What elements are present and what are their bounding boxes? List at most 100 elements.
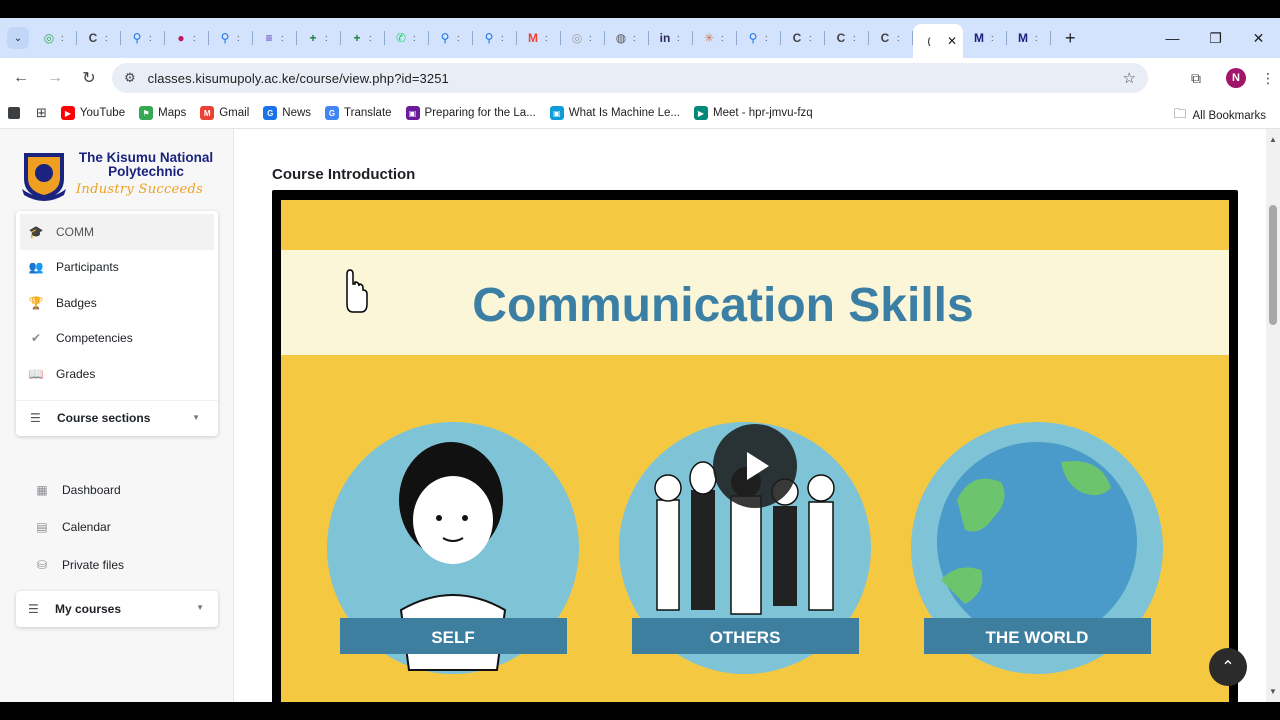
sidebar-item-calendar[interactable]: ▤ Calendar xyxy=(0,509,234,547)
book-icon: 📖 xyxy=(28,366,44,381)
profile-avatar[interactable]: N xyxy=(1226,68,1246,88)
bookmark-0[interactable]: ▶ YouTube xyxy=(60,106,125,120)
sidebar-item-grades[interactable]: 📖 Grades xyxy=(16,356,218,392)
scroll-thumb[interactable] xyxy=(1269,205,1277,325)
video-thumbnail[interactable]: Communication Skills SELF OTHERS THE WOR… xyxy=(281,200,1229,710)
tab-13[interactable]: ◍: xyxy=(605,23,649,53)
play-button[interactable] xyxy=(713,424,797,508)
my-courses-card: ☰ My courses ▼ xyxy=(16,591,218,627)
extensions-icon[interactable]: ⧉ xyxy=(1176,70,1216,87)
panel-world-label: THE WORLD xyxy=(986,628,1089,647)
bookmark-label: Maps xyxy=(158,107,187,119)
bookmark-5[interactable]: ▣ Preparing for the La... xyxy=(405,106,536,120)
all-bookmarks[interactable]: 🗀 All Bookmarks xyxy=(1173,105,1266,127)
tab-11[interactable]: M: xyxy=(517,23,561,53)
minimize-button[interactable]: — xyxy=(1151,30,1194,46)
tab-17[interactable]: C: xyxy=(781,23,825,53)
course-sections-toggle[interactable]: ☰ Course sections ▼ xyxy=(16,399,218,436)
tab-overflow-icon: : xyxy=(1035,33,1038,43)
tab-extra-1[interactable]: M: xyxy=(1007,23,1051,53)
site-info-icon[interactable]: ⚙ xyxy=(124,70,136,86)
search-icon: ⚲ xyxy=(440,31,450,45)
moodle-m-icon: M xyxy=(1018,31,1028,45)
tab-18[interactable]: C: xyxy=(825,23,869,53)
video-player[interactable]: Communication Skills SELF OTHERS THE WOR… xyxy=(272,190,1238,710)
sidebar-item-participants[interactable]: 👥 Participants xyxy=(16,250,218,286)
bookmark-label: What Is Machine Le... xyxy=(568,107,680,119)
tab-extra-0[interactable]: M: xyxy=(963,23,1007,53)
bookmark-4[interactable]: G Translate xyxy=(325,106,392,120)
close-window-button[interactable]: ✕ xyxy=(1237,30,1280,47)
loading-c-icon: C xyxy=(88,31,98,45)
bookmark-3[interactable]: G News xyxy=(263,106,311,120)
tab-active[interactable]: ( ✕ xyxy=(913,24,963,58)
url-text[interactable]: classes.kisumupoly.ac.ke/course/view.php… xyxy=(148,71,449,86)
my-courses-toggle[interactable]: ☰ My courses ▼ xyxy=(16,591,218,627)
tab-10[interactable]: ⚲: xyxy=(473,23,517,53)
tab-8[interactable]: ✆: xyxy=(385,23,429,53)
tab-search-button[interactable]: ⌄ xyxy=(7,27,29,49)
section-title: Course Introduction xyxy=(272,166,416,183)
caret-down-icon: ▼ xyxy=(196,603,204,612)
tab-15[interactable]: ✳: xyxy=(693,23,737,53)
bookmark-2[interactable]: M Gmail xyxy=(200,106,249,120)
chevron-down-icon: ⌄ xyxy=(13,32,23,44)
page-scrollbar[interactable]: ▲ ▼ xyxy=(1266,129,1280,703)
scroll-up-icon[interactable]: ▲ xyxy=(1269,135,1277,144)
tab-3[interactable]: ●: xyxy=(165,23,209,53)
nav-item-label: Private files xyxy=(62,557,125,572)
tab-9[interactable]: ⚲: xyxy=(429,23,473,53)
tab-16[interactable]: ⚲: xyxy=(737,23,781,53)
restore-button[interactable]: ❐ xyxy=(1194,30,1237,47)
new-tab-button[interactable]: + xyxy=(1065,28,1076,49)
bookmark-star-icon[interactable]: ☆ xyxy=(1123,69,1136,87)
bookmarks-bar: ⊞ ▶ YouTube ⚑ Maps M Gmail G News G Translate ▣ Pre… xyxy=(0,98,1280,128)
back-to-top-button[interactable]: ⌃ xyxy=(1209,648,1247,686)
reload-icon[interactable]: ↻ xyxy=(72,68,106,88)
tab-overflow-icon: : xyxy=(501,33,504,43)
my-courses-label: My courses xyxy=(55,602,122,616)
tab-2[interactable]: ⚲: xyxy=(121,23,165,53)
whatsapp-icon: ✆ xyxy=(395,31,407,45)
sidebar-item-private-files[interactable]: ⛁ Private files xyxy=(0,546,234,584)
tab-19[interactable]: C: xyxy=(869,23,913,53)
tab-0[interactable]: ◎: xyxy=(33,23,77,53)
sidebar-item-competencies[interactable]: ✔ Competencies xyxy=(16,321,218,357)
loading-c-icon: ( xyxy=(927,36,931,46)
apps-square-icon[interactable] xyxy=(8,107,20,119)
address-bar[interactable]: ⚙ classes.kisumupoly.ac.ke/course/view.p… xyxy=(112,63,1148,93)
tab-overflow-icon: : xyxy=(369,33,372,43)
apps-grid-icon[interactable]: ⊞ xyxy=(36,105,47,121)
tab-7[interactable]: +: xyxy=(341,23,385,53)
bookmark-1[interactable]: ⚑ Maps xyxy=(139,106,186,120)
sidebar-item-comm[interactable]: 🎓 COMM xyxy=(20,214,214,250)
tab-overflow-icon: : xyxy=(897,33,900,43)
scroll-down-icon[interactable]: ▼ xyxy=(1269,687,1277,696)
tab-overflow-icon: : xyxy=(589,33,592,43)
loading-c-icon: C xyxy=(880,31,890,45)
sidebar-item-dashboard[interactable]: ▦ Dashboard xyxy=(0,471,234,509)
tab-4[interactable]: ⚲: xyxy=(209,23,253,53)
tab-12[interactable]: ◎: xyxy=(561,23,605,53)
tab-overflow-icon: : xyxy=(809,33,812,43)
tab-5[interactable]: ≡: xyxy=(253,23,297,53)
profile-icon: ● xyxy=(177,31,185,45)
tab-overflow-icon: : xyxy=(193,33,196,43)
google-lens-icon: ◎ xyxy=(43,31,55,45)
tab-overflow-icon: : xyxy=(105,33,108,43)
tab-6[interactable]: +: xyxy=(297,23,341,53)
sidebar-item-badges[interactable]: 🏆 Badges xyxy=(16,285,218,321)
site-logo[interactable]: The Kisumu National Polytechnic Industry… xyxy=(20,149,220,203)
video-title: Communication Skills xyxy=(472,279,973,332)
close-icon[interactable]: ✕ xyxy=(947,34,957,48)
forward-arrow-icon[interactable]: → xyxy=(38,69,72,87)
claude-icon: ✳ xyxy=(703,31,715,45)
kebab-menu-icon[interactable]: ⋮ xyxy=(1256,70,1280,87)
bookmark-7[interactable]: ▶ Meet - hpr-jmvu-fzq xyxy=(694,106,813,120)
back-arrow-icon[interactable]: ← xyxy=(4,69,38,87)
globe-icon: ◍ xyxy=(615,31,627,45)
tab-14[interactable]: in: xyxy=(649,23,693,53)
tab-1[interactable]: C: xyxy=(77,23,121,53)
bookmark-6[interactable]: ▣ What Is Machine Le... xyxy=(549,106,680,120)
spiral-icon: ◎ xyxy=(571,31,583,45)
